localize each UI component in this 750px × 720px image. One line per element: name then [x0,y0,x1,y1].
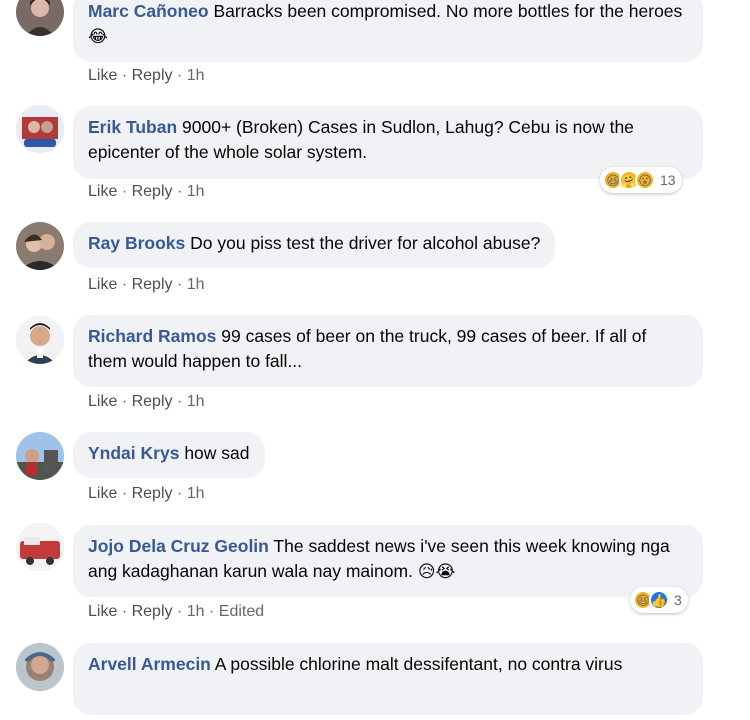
reaction-count: 13 [660,172,676,188]
comment-actions: Like · Reply · 1h [88,276,205,293]
reply-button[interactable]: Reply [132,393,173,410]
reply-button[interactable]: Reply [132,603,173,620]
comment-author[interactable]: Richard Ramos [88,326,216,346]
like-button[interactable]: Like [88,276,117,293]
comment-bubble: Jojo Dela Cruz Geolin The saddest news i… [73,525,703,597]
comments-feed: Marc Cañoneo Barracks been compromised. … [0,0,750,720]
comment-bubble: Ray Brooks Do you piss test the driver f… [73,222,556,268]
avatar[interactable] [16,523,64,571]
comment-timestamp[interactable]: 1h [187,393,205,410]
comment-bubble: Arvell Armecin A possible chlorine malt … [73,643,703,715]
comment-author[interactable]: Marc Cañoneo [88,1,209,21]
comment-actions: Like · Reply · 1h [88,183,205,200]
comment-text: Do you piss test the driver for alcohol … [190,233,541,253]
comment-timestamp[interactable]: 1h [187,183,205,200]
comment-timestamp[interactable]: 1h [187,603,205,620]
avatar[interactable] [16,0,64,36]
avatar[interactable] [16,432,64,480]
like-button[interactable]: Like [88,485,117,502]
laughing-emoji: 😂 [88,27,108,46]
reactions-summary[interactable]: 😆 🤗 😮 13 [600,167,682,193]
avatar[interactable] [16,643,64,691]
reply-button[interactable]: Reply [132,67,173,84]
comment-author[interactable]: Yndai Krys [88,443,179,463]
sad-emoji: 😥😭 [417,562,456,581]
like-button[interactable]: Like [88,67,117,84]
comment-actions: Like · Reply · 1h [88,67,205,84]
comment-bubble: Marc Cañoneo Barracks been compromised. … [73,0,703,62]
reply-button[interactable]: Reply [132,276,173,293]
like-button[interactable]: Like [88,183,117,200]
like-button[interactable]: Like [88,603,117,620]
reply-button[interactable]: Reply [132,183,173,200]
comment-actions: Like · Reply · 1h [88,393,205,410]
reaction-count: 3 [674,592,682,608]
comment-text: Barracks been compromised. No more bottl… [213,1,683,21]
comment-timestamp[interactable]: 1h [187,485,205,502]
like-button[interactable]: Like [88,393,117,410]
comment-author[interactable]: Ray Brooks [88,233,185,253]
comment-author[interactable]: Erik Tuban [88,117,177,137]
comment-bubble: Richard Ramos 99 cases of beer on the tr… [73,315,703,387]
reply-button[interactable]: Reply [132,485,173,502]
edited-label[interactable]: Edited [219,603,264,620]
comment-timestamp[interactable]: 1h [187,276,205,293]
comment-actions: Like · Reply · 1h [88,485,205,502]
avatar[interactable] [16,222,64,270]
reactions-summary[interactable]: 😆 👍 3 [630,587,688,613]
comment-actions: Like · Reply · 1h · Edited [88,603,265,620]
comment-timestamp[interactable]: 1h [187,67,205,84]
avatar[interactable] [16,105,64,153]
avatar[interactable] [16,316,64,364]
comment-author[interactable]: Jojo Dela Cruz Geolin [88,536,269,556]
comment-bubble: Yndai Krys how sad [73,432,265,478]
wow-icon: 😮 [635,170,655,190]
comment-text: A possible chlorine malt dessifentant, n… [214,654,623,674]
comment-text: how sad [184,443,250,463]
like-icon: 👍 [649,590,669,610]
comment-author[interactable]: Arvell Armecin [88,654,211,674]
